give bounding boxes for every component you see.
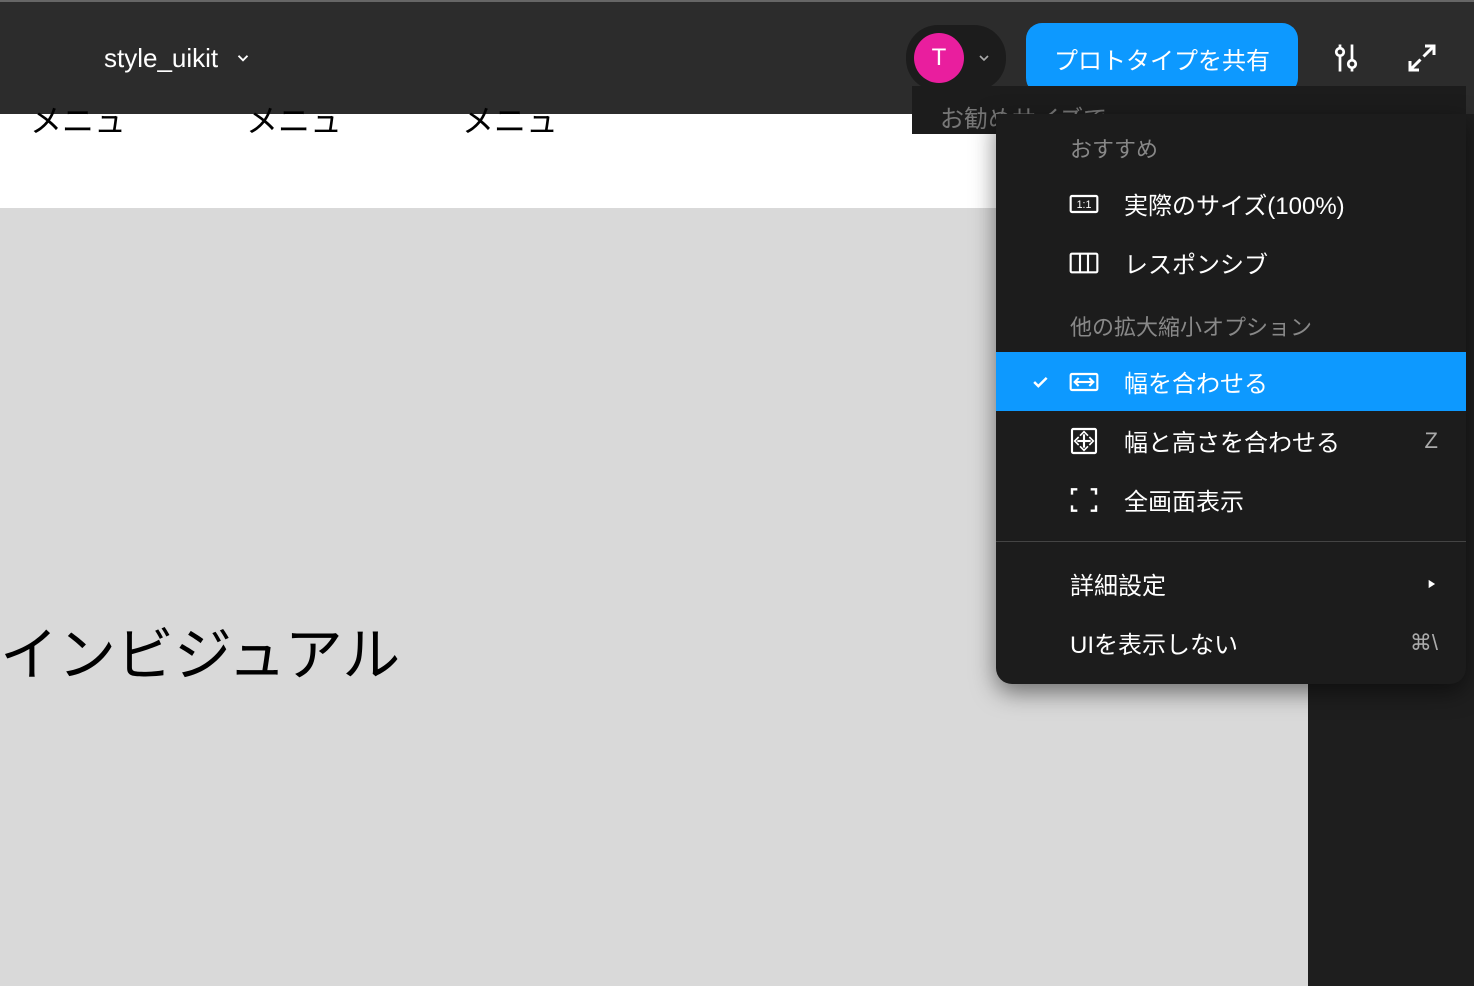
sliders-icon: [1328, 40, 1364, 76]
options-button[interactable]: [1318, 30, 1374, 86]
fit-width-height-shortcut: Z: [1425, 428, 1438, 454]
menu-fit-width-height[interactable]: 幅と高さを合わせる Z: [996, 411, 1466, 470]
menu-item-1[interactable]: メニュ: [30, 96, 126, 142]
actual-size-label: 実際のサイズ(100%): [1124, 186, 1438, 221]
expand-icon: [1404, 40, 1440, 76]
hide-ui-label: UIを表示しない: [1070, 625, 1410, 660]
fullscreen-label: 全画面表示: [1124, 482, 1438, 517]
share-prototype-button[interactable]: プロトタイプを共有: [1026, 23, 1298, 94]
fullscreen-icon: [1068, 484, 1100, 516]
main-visual-text: インビジュアル: [0, 608, 400, 692]
menu-responsive[interactable]: レスポンシブ: [996, 233, 1466, 292]
actual-size-icon: 1:1: [1068, 188, 1100, 220]
submenu-arrow-icon: [1424, 577, 1438, 591]
menu-actual-size[interactable]: 1:1 実際のサイズ(100%): [996, 174, 1466, 233]
menu-advanced-settings[interactable]: 詳細設定: [996, 554, 1466, 613]
svg-text:1:1: 1:1: [1077, 199, 1092, 211]
section-other-zoom-header: 他の拡大縮小オプション: [996, 292, 1466, 352]
file-selector[interactable]: style_uikit: [104, 43, 252, 74]
file-name: style_uikit: [104, 43, 218, 74]
menu-item-2[interactable]: メニュ: [246, 96, 342, 142]
menu-item-3[interactable]: メニュ: [462, 96, 558, 142]
advanced-label: 詳細設定: [1070, 566, 1424, 601]
fit-width-height-icon: [1068, 425, 1100, 457]
hide-ui-shortcut: ⌘\: [1410, 630, 1438, 656]
menu-divider: [996, 541, 1466, 542]
toolbar-right: T プロトタイプを共有: [906, 23, 1450, 94]
fit-width-label: 幅を合わせる: [1124, 364, 1438, 399]
avatar-initial: T: [932, 44, 947, 72]
menu-fit-width[interactable]: 幅を合わせる: [996, 352, 1466, 411]
responsive-label: レスポンシブ: [1124, 245, 1438, 280]
section-recommended-header: おすすめ: [996, 114, 1466, 174]
zoom-options-dropdown: おすすめ 1:1 実際のサイズ(100%) レスポンシブ 他の拡大縮小オプション: [996, 114, 1466, 684]
expand-button[interactable]: [1394, 30, 1450, 86]
menu-hide-ui[interactable]: UIを表示しない ⌘\: [996, 613, 1466, 672]
chevron-down-icon: [234, 49, 252, 67]
fit-width-height-label: 幅と高さを合わせる: [1124, 423, 1425, 458]
chevron-down-icon: [976, 50, 992, 66]
menu-fullscreen[interactable]: 全画面表示: [996, 470, 1466, 529]
fit-width-icon: [1068, 366, 1100, 398]
responsive-icon: [1068, 247, 1100, 279]
avatar-dropdown[interactable]: T: [906, 25, 1006, 91]
check-icon: [1024, 372, 1056, 392]
avatar: T: [914, 33, 964, 83]
